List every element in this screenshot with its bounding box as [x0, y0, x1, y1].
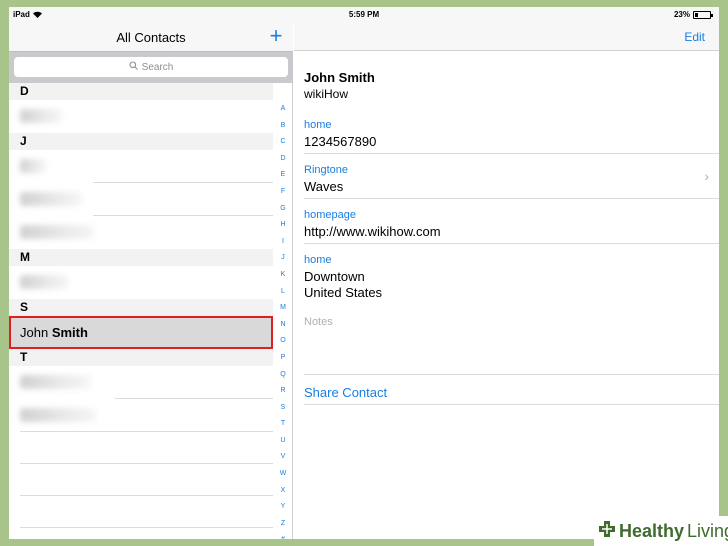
- address-label: home: [304, 254, 332, 266]
- contacts-nav-bar: All Contacts +: [9, 23, 293, 51]
- battery-percent: 23%: [673, 10, 690, 19]
- homepage-field[interactable]: homepage http://www.wikihow.com: [304, 199, 719, 244]
- battery-status: 23%: [673, 10, 713, 19]
- index-letter-y[interactable]: Y: [273, 503, 293, 520]
- index-letter-a[interactable]: A: [273, 105, 293, 122]
- share-contact-label: Share Contact: [304, 385, 388, 400]
- contact-last-name: Smith: [51, 325, 88, 340]
- alphabet-index[interactable]: ABCDEFGHIJKLMNOPQRSTUVWXYZ#: [273, 105, 293, 539]
- list-item[interactable]: [9, 216, 273, 249]
- contacts-list-pane: All Contacts + Search D J M S John Smith…: [9, 23, 293, 539]
- notes-field[interactable]: Notes: [304, 306, 719, 375]
- index-letter-e[interactable]: E: [273, 171, 293, 188]
- section-header-m: M: [9, 249, 273, 266]
- add-contact-button[interactable]: +: [265, 25, 287, 47]
- contact-detail-pane: Edit John Smith wikiHow home 1234567890 …: [294, 23, 719, 539]
- edit-button[interactable]: Edit: [684, 30, 705, 44]
- notes-placeholder: Notes: [304, 316, 333, 328]
- index-letter-x[interactable]: X: [273, 487, 293, 504]
- share-contact-button[interactable]: Share Contact: [304, 375, 719, 405]
- index-letter-r[interactable]: R: [273, 387, 293, 404]
- address-line-1: Downtown: [304, 269, 365, 284]
- index-letter-j[interactable]: J: [273, 254, 293, 271]
- contact-first-name: John: [20, 325, 49, 340]
- battery-icon: [693, 10, 713, 19]
- watermark-text-healthy: Healthy: [619, 520, 685, 541]
- contact-name: John Smith: [304, 70, 375, 85]
- index-letter-f[interactable]: F: [273, 188, 293, 205]
- contact-company: wikiHow: [304, 87, 349, 101]
- index-letter-c[interactable]: C: [273, 138, 293, 155]
- index-letter-hash[interactable]: #: [273, 536, 293, 539]
- list-item[interactable]: [9, 100, 273, 133]
- selected-contact-name: John Smith: [20, 325, 88, 340]
- phone-value[interactable]: 1234567890: [304, 134, 719, 150]
- index-letter-t[interactable]: T: [273, 420, 293, 437]
- status-bar: iPad 5:59 PM 23%: [9, 7, 719, 23]
- list-item[interactable]: [9, 150, 273, 183]
- index-letter-m[interactable]: M: [273, 304, 293, 321]
- index-letter-n[interactable]: N: [273, 321, 293, 338]
- ringtone-value: Waves: [304, 179, 344, 194]
- search-icon: [129, 61, 138, 73]
- empty-row: [9, 496, 273, 528]
- index-letter-w[interactable]: W: [273, 470, 293, 487]
- search-input[interactable]: Search: [14, 57, 288, 77]
- list-item[interactable]: [9, 399, 273, 432]
- homepage-value[interactable]: http://www.wikihow.com: [304, 224, 719, 240]
- contact-detail: John Smith wikiHow home 1234567890 Ringt…: [304, 70, 719, 405]
- phone-label: home: [304, 119, 332, 131]
- list-item[interactable]: [9, 183, 273, 216]
- section-header-t: T: [9, 349, 273, 366]
- ringtone-label: Ringtone: [304, 164, 349, 176]
- ringtone-field[interactable]: Ringtone Waves ›: [304, 154, 719, 199]
- list-item[interactable]: [9, 366, 273, 399]
- contacts-title: All Contacts: [116, 30, 186, 45]
- index-letter-u[interactable]: U: [273, 437, 293, 454]
- detail-nav-bar: Edit: [294, 23, 719, 51]
- healthy-living-watermark: HealthyLiving: [594, 516, 728, 546]
- index-letter-k[interactable]: K: [273, 271, 293, 288]
- watermark-text-living: Living: [687, 520, 728, 541]
- address-value[interactable]: Downtown United States: [304, 269, 719, 301]
- index-letter-g[interactable]: G: [273, 205, 293, 222]
- section-header-d: D: [9, 83, 273, 100]
- index-letter-h[interactable]: H: [273, 221, 293, 238]
- index-letter-b[interactable]: B: [273, 122, 293, 139]
- index-letter-v[interactable]: V: [273, 453, 293, 470]
- section-header-j: J: [9, 133, 273, 150]
- ipad-screen: iPad 5:59 PM 23% All Contacts + Search D: [9, 7, 719, 539]
- list-item[interactable]: [9, 266, 273, 299]
- empty-row: [9, 432, 273, 464]
- status-time: 5:59 PM: [348, 10, 380, 19]
- address-line-2: United States: [304, 285, 383, 300]
- index-letter-l[interactable]: L: [273, 288, 293, 305]
- index-letter-i[interactable]: I: [273, 238, 293, 255]
- index-letter-p[interactable]: P: [273, 354, 293, 371]
- index-letter-q[interactable]: Q: [273, 371, 293, 388]
- search-bar: Search: [9, 51, 293, 83]
- chevron-right-icon: ›: [704, 168, 709, 184]
- index-letter-d[interactable]: D: [273, 155, 293, 172]
- address-field[interactable]: home Downtown United States: [304, 244, 719, 306]
- search-placeholder: Search: [141, 61, 174, 73]
- selected-contact-row[interactable]: John Smith: [9, 316, 273, 349]
- empty-row: [9, 528, 273, 539]
- homepage-label: homepage: [304, 209, 356, 221]
- section-header-s: S: [9, 299, 273, 316]
- phone-field[interactable]: home 1234567890: [304, 109, 719, 154]
- index-letter-s[interactable]: S: [273, 404, 293, 421]
- contacts-list: D J M S John Smith T: [9, 83, 273, 539]
- index-letter-o[interactable]: O: [273, 337, 293, 354]
- empty-row: [9, 464, 273, 496]
- index-letter-z[interactable]: Z: [273, 520, 293, 537]
- cross-logo-icon: [598, 520, 616, 543]
